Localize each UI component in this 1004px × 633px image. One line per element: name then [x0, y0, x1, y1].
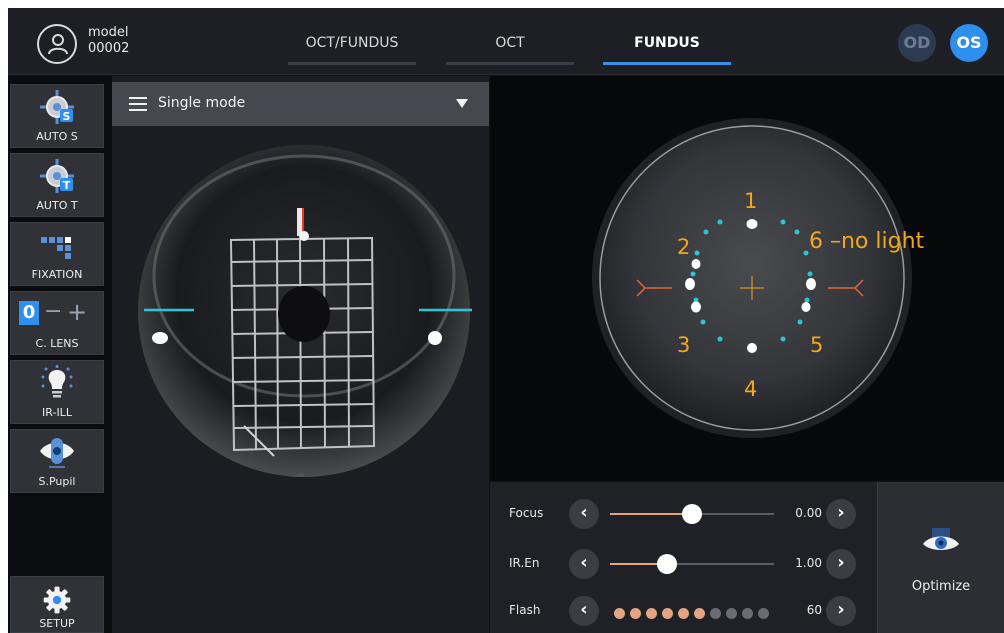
c-lens-button[interactable]: 0 − + C. LENS: [10, 291, 104, 355]
user-id: 00002: [88, 41, 130, 56]
focus-value: 0.00: [795, 506, 822, 520]
annotation-3: 3: [677, 333, 690, 357]
mode-selector[interactable]: Single mode: [112, 82, 489, 126]
svg-text:T: T: [63, 179, 71, 192]
focus-decrease-button[interactable]: ‹: [569, 499, 599, 529]
app-window: model 00002 OCT/FUNDUS OCT FUNDUS OD OS …: [8, 8, 1004, 633]
hamburger-menu-icon: [129, 97, 147, 111]
annotation-4: 4: [744, 377, 757, 401]
od-button[interactable]: OD: [898, 24, 936, 62]
fixation-grid-icon: [41, 237, 71, 259]
focus-slider-thumb[interactable]: [682, 504, 702, 524]
lightbulb-icon: [41, 365, 73, 398]
ir-en-control: IR.En ‹ 1.00 ›: [490, 544, 877, 584]
annotation-2: 2: [677, 235, 690, 259]
top-bar: model 00002 OCT/FUNDUS OCT FUNDUS OD OS: [8, 8, 1004, 75]
flash-level-dot[interactable]: [742, 608, 753, 619]
flash-level-dot[interactable]: [726, 608, 737, 619]
user-avatar[interactable]: [37, 24, 77, 64]
setup-button[interactable]: SETUP: [10, 576, 104, 633]
reflex-left: [152, 332, 168, 344]
tool-label: S.Pupil: [38, 475, 76, 488]
reflex-right: [428, 331, 442, 345]
tab-oct[interactable]: OCT: [446, 35, 574, 65]
focus-increase-button[interactable]: ›: [826, 499, 856, 529]
auto-t-button[interactable]: T AUTO T: [10, 153, 104, 217]
auto-s-target-icon: S: [40, 90, 74, 124]
flash-level-dot[interactable]: [710, 608, 721, 619]
lens-plus: +: [67, 298, 88, 326]
focus-slider[interactable]: [610, 504, 774, 524]
tab-label: OCT/FUNDUS: [305, 35, 399, 51]
user-name: model: [88, 25, 129, 40]
ir-en-value: 1.00: [795, 556, 822, 570]
auto-t-target-icon: T: [40, 159, 74, 193]
annotation-6: 6 –no light: [809, 229, 925, 254]
tab-fundus[interactable]: FUNDUS: [603, 35, 731, 65]
tab-label: OCT: [495, 35, 525, 51]
ir-en-label: IR.En: [509, 556, 540, 570]
optimize-button[interactable]: Optimize: [877, 482, 1004, 633]
tab-underline: [288, 62, 416, 65]
tab-label: FUNDUS: [634, 35, 700, 51]
ir-ill-button[interactable]: IR-ILL: [10, 360, 104, 424]
flash-level-dot[interactable]: [630, 608, 641, 619]
flash-value: 60: [806, 603, 822, 617]
flash-level-dot[interactable]: [678, 608, 689, 619]
flash-level-dot[interactable]: [614, 608, 625, 619]
flash-level-dot[interactable]: [694, 608, 705, 619]
flash-increase-button[interactable]: ›: [826, 596, 856, 626]
tool-label: IR-ILL: [42, 406, 72, 419]
ir-en-decrease-button[interactable]: ‹: [569, 549, 599, 579]
annotation-1: 1: [744, 189, 757, 213]
flash-control: Flash ‹ 60 ›: [490, 591, 877, 631]
flash-level-dot[interactable]: [758, 608, 769, 619]
tool-label: AUTO S: [36, 130, 78, 143]
small-pupil-eye-icon: [40, 438, 74, 468]
ir-en-slider[interactable]: [610, 554, 774, 574]
lens-value-icon: 0 − +: [17, 298, 99, 329]
lens-value: 0: [19, 301, 39, 325]
tool-label: FIXATION: [31, 268, 83, 281]
eye-optimize-icon: [923, 528, 959, 550]
s-pupil-button[interactable]: S.Pupil: [10, 429, 104, 493]
tab-underline: [603, 62, 731, 65]
dropdown-triangle-icon: [456, 99, 468, 108]
ir-en-slider-thumb[interactable]: [657, 554, 678, 574]
anterior-camera-panel: Single mode: [112, 76, 489, 633]
optimize-label: Optimize: [911, 579, 971, 594]
auto-s-button[interactable]: S AUTO S: [10, 84, 104, 148]
flash-decrease-button[interactable]: ‹: [569, 596, 599, 626]
tab-underline: [446, 62, 574, 65]
svg-text:S: S: [63, 110, 71, 123]
flash-level-dot[interactable]: [662, 608, 673, 619]
tool-label: C. LENS: [35, 337, 79, 350]
flash-level-dot[interactable]: [646, 608, 657, 619]
flash-level-indicator: [614, 604, 774, 623]
tool-column: S AUTO S T AUTO T FIXATION 0 − + C. LENS…: [8, 76, 112, 633]
tool-label: AUTO T: [36, 199, 78, 212]
focus-label: Focus: [509, 506, 544, 520]
user-icon: [48, 34, 68, 55]
focus-control: Focus ‹ 0.00 ›: [490, 494, 877, 534]
fixation-button[interactable]: FIXATION: [10, 222, 104, 286]
tool-label: SETUP: [39, 617, 75, 630]
ir-en-increase-button[interactable]: ›: [826, 549, 856, 579]
fundus-camera-view[interactable]: 1 2 3 4 5 6 –no light: [490, 76, 1004, 481]
anterior-eye-view[interactable]: [134, 136, 474, 486]
focus-slider-fill: [610, 513, 692, 515]
lens-minus: −: [44, 299, 63, 324]
capture-controls: Focus ‹ 0.00 › IR.En ‹ 1.00 › Flash ‹ 60: [490, 482, 877, 633]
tab-oct-fundus[interactable]: OCT/FUNDUS: [288, 35, 416, 65]
os-button[interactable]: OS: [950, 24, 988, 62]
annotation-5: 5: [810, 333, 823, 357]
flash-label: Flash: [509, 603, 541, 617]
gear-icon: [43, 586, 71, 614]
pupil: [278, 286, 330, 342]
mode-label: Single mode: [158, 95, 246, 111]
